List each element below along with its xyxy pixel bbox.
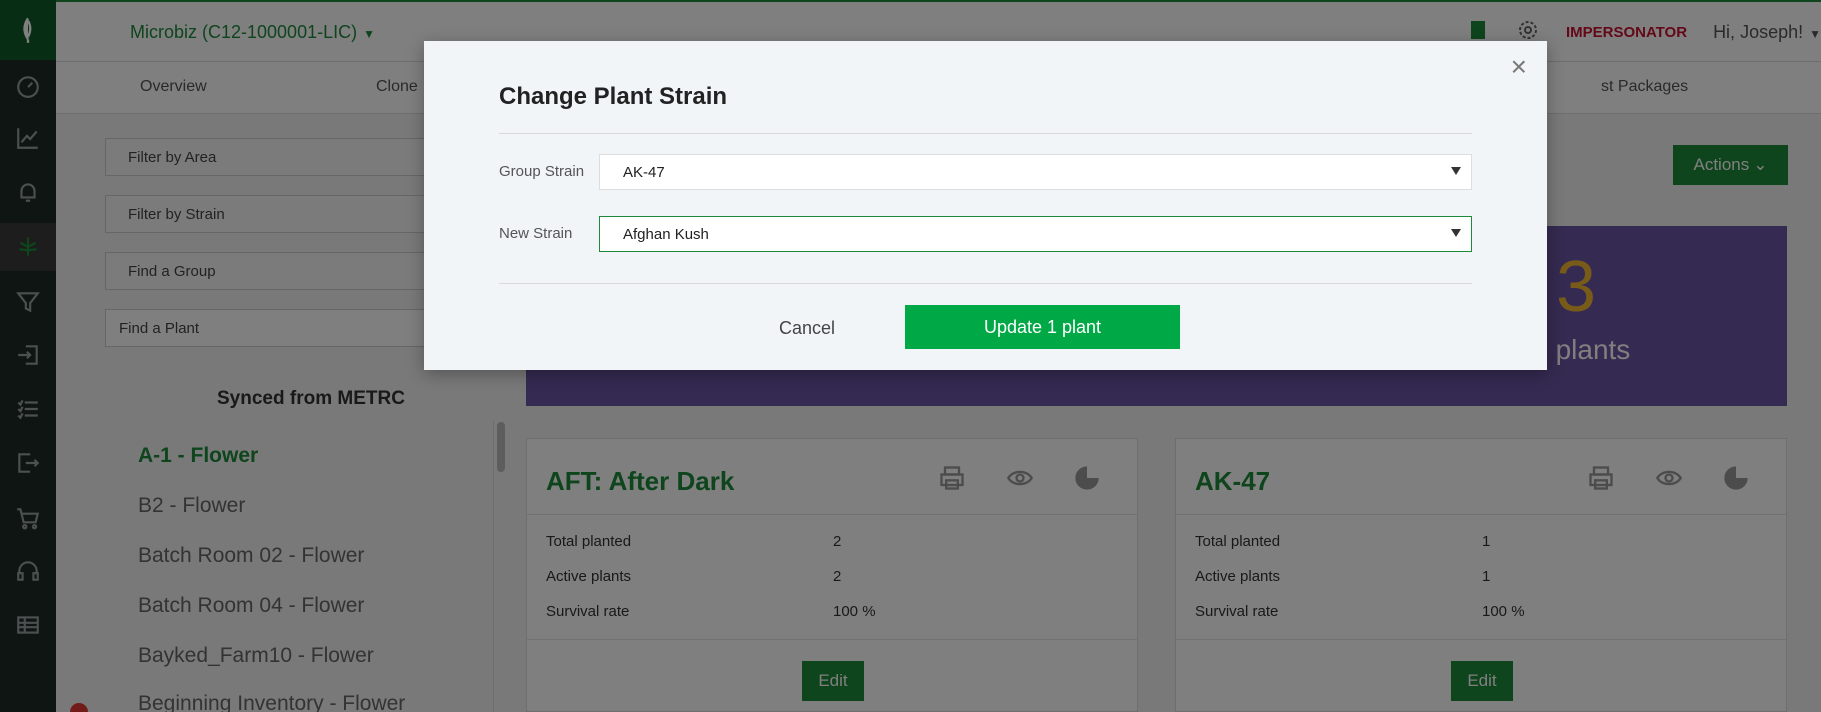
group-strain-value: AK-47 bbox=[623, 164, 665, 181]
group-strain-select[interactable]: AK-47 bbox=[599, 154, 1472, 190]
new-strain-select[interactable]: Afghan Kush bbox=[599, 216, 1472, 252]
group-strain-label: Group Strain bbox=[499, 163, 585, 180]
dropdown-arrow-icon bbox=[1451, 167, 1461, 175]
update-plant-button[interactable]: Update 1 plant bbox=[905, 305, 1180, 349]
new-strain-label: New Strain bbox=[499, 225, 573, 242]
close-icon[interactable]: × bbox=[1511, 53, 1527, 81]
dropdown-arrow-icon bbox=[1451, 229, 1461, 237]
cancel-button[interactable]: Cancel bbox=[779, 318, 835, 339]
modal-title: Change Plant Strain bbox=[499, 83, 728, 110]
divider bbox=[499, 133, 1472, 134]
divider bbox=[499, 283, 1472, 284]
change-strain-modal: × Change Plant Strain Group Strain AK-47… bbox=[424, 41, 1547, 370]
new-strain-value: Afghan Kush bbox=[623, 226, 709, 243]
